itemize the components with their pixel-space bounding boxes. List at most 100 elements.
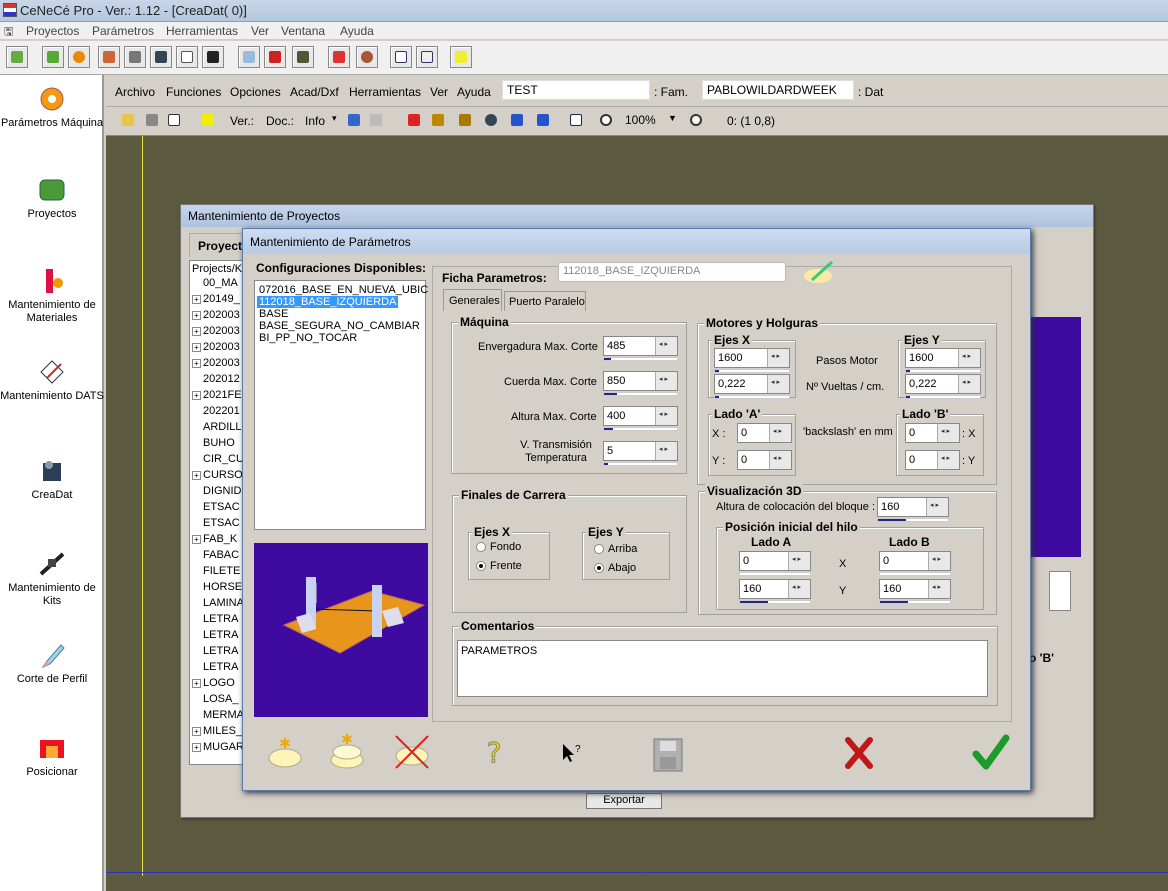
tree-item[interactable]: + LOGO xyxy=(192,677,235,689)
crosshair-button[interactable] xyxy=(404,110,426,132)
menu-archivo[interactable]: Archivo xyxy=(115,85,155,99)
tree-item[interactable]: ARDILL xyxy=(192,421,242,433)
altura-bloque-spin[interactable]: 160 xyxy=(877,497,949,522)
tree-item[interactable]: +202003 xyxy=(192,325,240,337)
dat-field[interactable]: PABLOWILDARDWEEK xyxy=(702,80,854,100)
hilo-b-y-spin[interactable]: 160 xyxy=(879,579,951,604)
zoom-dropdown-icon[interactable]: ▼ xyxy=(668,113,677,123)
spin-arrows[interactable] xyxy=(926,498,948,516)
expand-icon[interactable]: + xyxy=(192,470,201,480)
configs-list[interactable]: 072016_BASE_EN_NUEVA_UBIC 112018_BASE_IZ… xyxy=(254,280,428,530)
slider-bar[interactable] xyxy=(714,395,790,399)
new-config-button[interactable]: ✱ xyxy=(265,732,305,772)
radio-arriba[interactable]: Arriba xyxy=(594,543,637,555)
mirror-v-button[interactable] xyxy=(533,110,555,132)
spin-arrows[interactable] xyxy=(928,552,950,570)
doc-label[interactable]: Doc.: xyxy=(266,114,294,128)
ficha-edit-button[interactable] xyxy=(802,258,836,286)
expand-icon[interactable]: + xyxy=(192,358,201,368)
creadat-button[interactable] xyxy=(150,46,172,68)
spin-arrows[interactable] xyxy=(937,451,959,469)
spin-arrows[interactable] xyxy=(937,424,959,442)
tree-item[interactable]: LAMINA xyxy=(192,597,244,609)
menu-ver-inner[interactable]: Ver xyxy=(430,85,448,99)
nav-parametros-maquina[interactable]: Parámetros Máquina xyxy=(0,85,104,130)
expand-icon[interactable]: + xyxy=(192,726,201,736)
menu-parametros[interactable]: Parámetros xyxy=(92,24,154,38)
expand-icon[interactable]: + xyxy=(192,678,201,688)
cancel-button[interactable] xyxy=(838,732,878,772)
envergadura-spin[interactable]: 485 xyxy=(603,336,678,361)
info-dropdown-icon[interactable]: ▾ xyxy=(332,113,337,124)
tree-item[interactable]: LOSA_ xyxy=(192,693,238,705)
help-button[interactable] xyxy=(450,46,472,68)
expand-icon[interactable]: + xyxy=(192,326,201,336)
scrollbar[interactable] xyxy=(1049,571,1071,611)
tree-item[interactable]: CIR_CU xyxy=(192,453,244,465)
hilo-b-x-spin[interactable]: 0 xyxy=(879,551,951,576)
ficha-field[interactable]: 112018_BASE_IZQUIERDA xyxy=(558,262,786,282)
draw-button[interactable] xyxy=(198,110,220,132)
slider-bar[interactable] xyxy=(603,392,678,396)
spin-arrows[interactable] xyxy=(767,375,789,393)
spin-arrows[interactable] xyxy=(769,424,791,442)
zoom-out-button[interactable] xyxy=(686,110,708,132)
settings-button[interactable] xyxy=(356,46,378,68)
export-doc-button[interactable] xyxy=(566,110,588,132)
help-button-big[interactable]: ? xyxy=(474,732,514,772)
spin-arrows[interactable] xyxy=(655,337,677,355)
open-button[interactable] xyxy=(118,110,140,132)
list-item[interactable]: 072016_BASE_EN_NUEVA_UBIC xyxy=(257,284,430,296)
x-vueltas-spin[interactable]: 0,222 xyxy=(714,374,790,399)
exit-button[interactable] xyxy=(6,46,28,68)
comentarios-textarea[interactable]: PARAMETROS xyxy=(457,640,988,697)
menu-ventana[interactable]: Ventana xyxy=(281,24,325,38)
tree-item[interactable]: FILETE xyxy=(192,565,240,577)
list-item-selected[interactable]: 112018_BASE_IZQUIERDA xyxy=(257,296,399,308)
radio-abajo[interactable]: Abajo xyxy=(594,562,636,574)
copy-config-button[interactable]: ✱ xyxy=(327,730,367,770)
slider-bar[interactable] xyxy=(603,462,678,466)
accept-button[interactable] xyxy=(970,732,1010,772)
list-item[interactable]: BASE xyxy=(257,308,290,320)
hilo-a-y-spin[interactable]: 160 xyxy=(739,579,811,604)
radio-frente[interactable]: Frente xyxy=(476,560,522,572)
expand-icon[interactable]: + xyxy=(192,534,201,544)
tree-item[interactable]: +20149_ xyxy=(192,293,240,305)
export-button[interactable]: Exportar xyxy=(586,793,662,809)
expand-icon[interactable]: + xyxy=(192,742,201,752)
nav-mantenimiento-materiales[interactable]: Mantenimiento de Materiales xyxy=(0,267,104,325)
align-button[interactable] xyxy=(428,110,450,132)
dats-button[interactable] xyxy=(124,46,146,68)
spin-arrows[interactable] xyxy=(788,552,810,570)
delete-config-button[interactable] xyxy=(392,732,432,772)
tree-item[interactable]: 202201 xyxy=(192,405,240,417)
lado-a-y-spin[interactable]: 0 xyxy=(737,450,792,470)
cut-profile-button[interactable] xyxy=(238,46,260,68)
zoom-in-button[interactable] xyxy=(596,110,618,132)
nav-mantenimiento-dats[interactable]: Mantenimiento DATS xyxy=(0,358,104,403)
menu-app-icon[interactable]: 🖫 xyxy=(4,23,13,42)
tree-item[interactable]: + MUGAR xyxy=(192,741,244,753)
edit-button[interactable] xyxy=(164,110,186,132)
spin-arrows[interactable] xyxy=(655,442,677,460)
slider-bar[interactable] xyxy=(879,572,951,576)
version-label[interactable]: Ver.: xyxy=(230,114,254,128)
stop-button[interactable] xyxy=(142,110,164,132)
document-button[interactable] xyxy=(176,46,198,68)
position-button[interactable] xyxy=(264,46,286,68)
tree-item[interactable]: LETRA xyxy=(192,629,238,641)
slider-bar[interactable] xyxy=(603,357,678,361)
nav-posicionar[interactable]: Posicionar xyxy=(0,734,104,779)
project-tree[interactable]: Projects/K 00_MA +20149_ +202003 +202003 +20… xyxy=(189,260,245,765)
menu-herramientas-inner[interactable]: Herramientas xyxy=(349,85,421,99)
rotate-button[interactable] xyxy=(481,110,503,132)
lado-b-y-spin[interactable]: 0 xyxy=(905,450,960,470)
spin-arrows[interactable] xyxy=(769,451,791,469)
undo-button[interactable] xyxy=(344,110,366,132)
tree-item[interactable]: ETSAC xyxy=(192,501,240,513)
y-pasos-spin[interactable]: 1600 xyxy=(905,348,981,373)
projects-button[interactable] xyxy=(42,46,64,68)
y-vueltas-spin[interactable]: 0,222 xyxy=(905,374,981,399)
expand-icon[interactable]: + xyxy=(192,342,201,352)
